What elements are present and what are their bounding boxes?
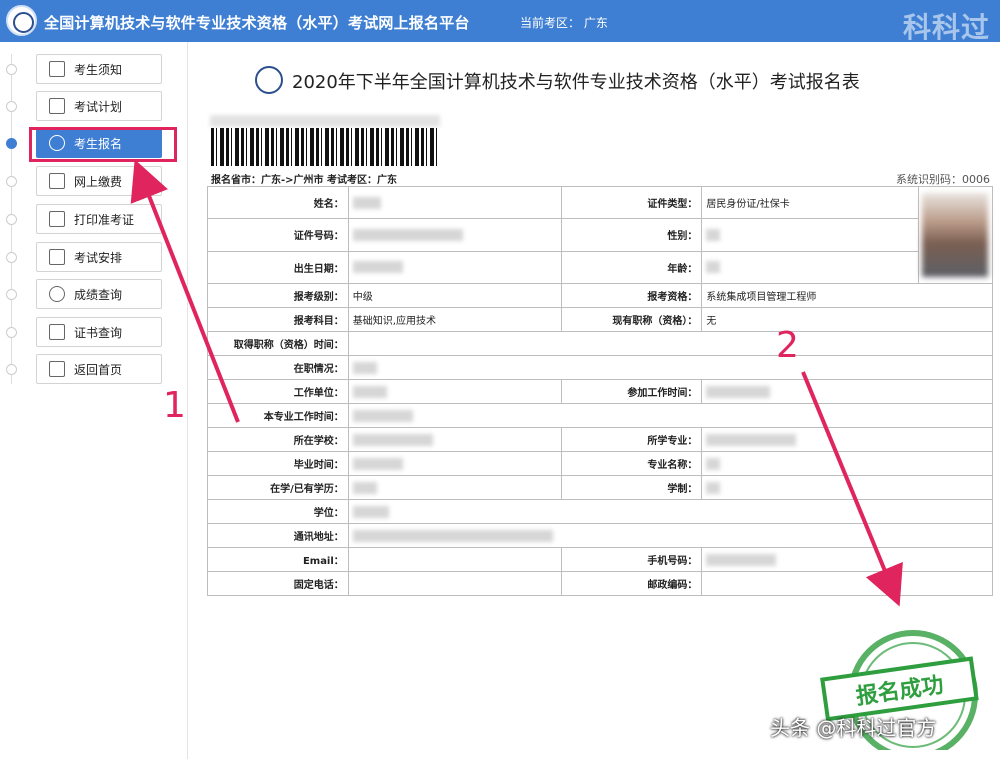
arrow-to-registration (130, 159, 240, 423)
annotation-number-1: 1 (163, 385, 186, 426)
arrow-to-stamp (801, 371, 903, 607)
source-watermark: 头条 @科科过官方 (770, 716, 937, 740)
annotation-number-2: 2 (776, 325, 799, 366)
